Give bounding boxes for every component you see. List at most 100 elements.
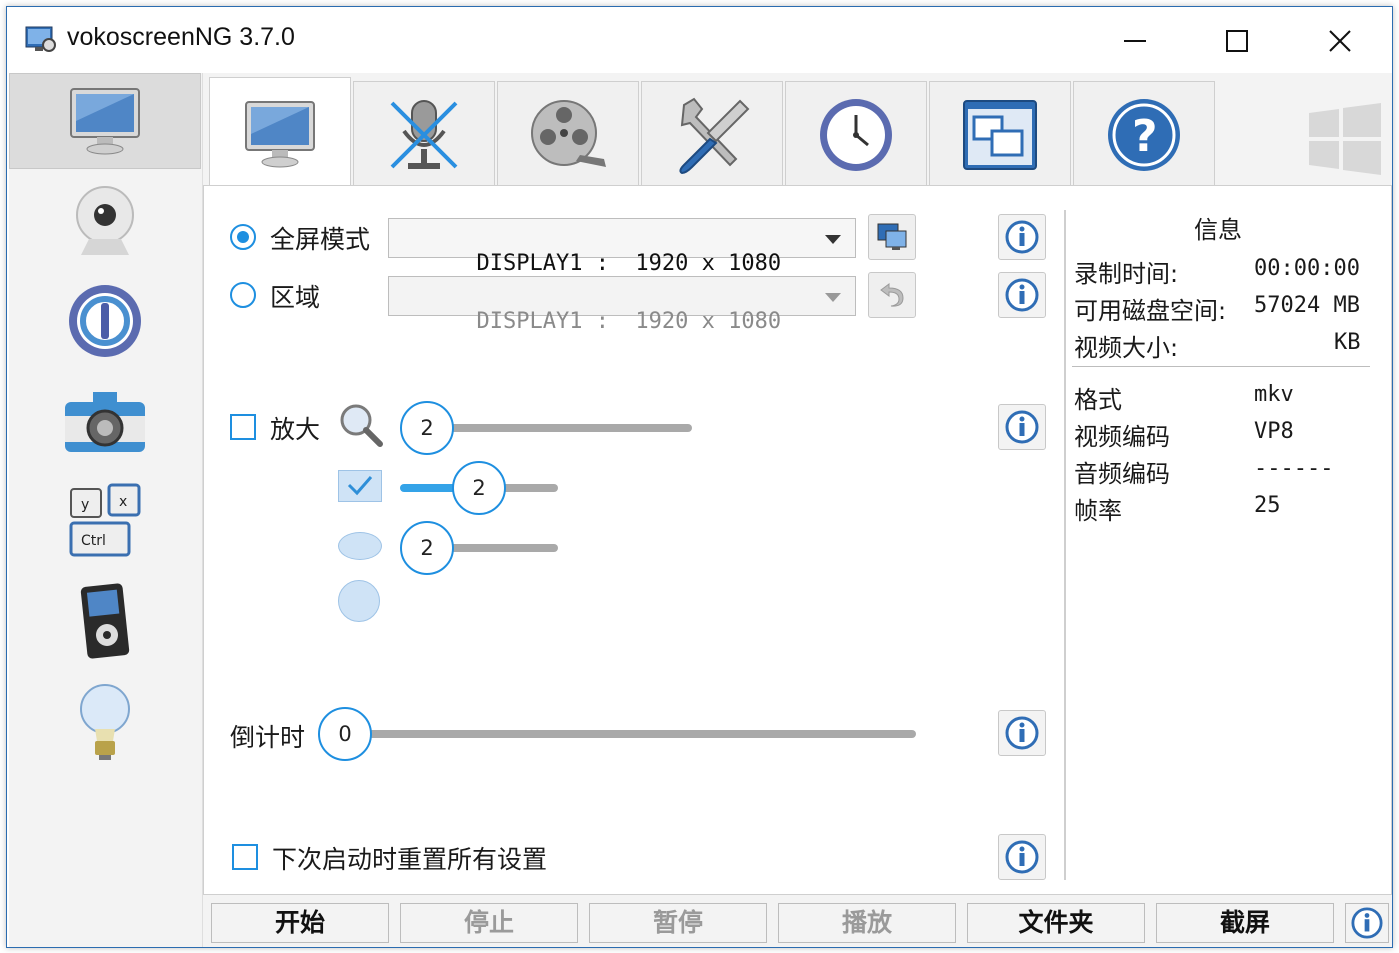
keyboard-shortcut-icon: y x Ctrl: [69, 483, 141, 557]
info-row-disk-space: 可用磁盘空间:: [1074, 297, 1227, 325]
start-button[interactable]: 开始: [211, 903, 389, 943]
tab-help[interactable]: ?: [1073, 81, 1215, 187]
close-button[interactable]: [1310, 19, 1370, 63]
info-row-video-size: 视频大小:: [1074, 334, 1179, 362]
area-info-button[interactable]: [998, 272, 1046, 318]
rectangle-shape-option[interactable]: [338, 470, 382, 502]
sidebar: y x Ctrl: [9, 73, 203, 947]
info-value-audio-codec: ------: [1254, 456, 1334, 481]
screenshot-button[interactable]: 截屏: [1156, 903, 1334, 943]
undo-icon: [880, 283, 904, 307]
screen-tab-panel: 全屏模式 DISPLAY1 : 1920 x 1080 区域 DISPLAY1 …: [203, 185, 1392, 895]
play-button[interactable]: 播放: [778, 903, 956, 943]
chevron-down-icon: [825, 293, 841, 302]
info-value-disk-space: 57024 MB: [1254, 293, 1360, 318]
sidebar-item-camera[interactable]: [9, 373, 201, 469]
panel-divider: [1064, 210, 1066, 880]
svg-text:y: y: [81, 497, 89, 513]
info-icon: [1005, 220, 1039, 254]
maximize-icon: [1226, 30, 1248, 52]
info-title: 信息: [1194, 216, 1242, 244]
bottom-info-button[interactable]: [1345, 903, 1389, 943]
clock-icon: [820, 98, 892, 171]
tab-video[interactable]: [497, 81, 639, 187]
fullscreen-display-value: DISPLAY1 : 1920 x 1080: [476, 251, 782, 276]
info-row-video-codec: 视频编码: [1074, 423, 1170, 451]
app-window: vokoscreenNG 3.7.0 y x Ctrl ? 全屏模式 DISPL…: [6, 6, 1393, 948]
microphone-muted-icon: [390, 99, 458, 169]
checkmark-icon: [347, 476, 373, 496]
info-row-framerate: 帧率: [1074, 497, 1122, 525]
magnifier-info-button[interactable]: [998, 404, 1046, 450]
sidebar-item-tips[interactable]: [9, 673, 201, 769]
stop-button[interactable]: 停止: [400, 903, 578, 943]
chevron-down-icon: [825, 235, 841, 244]
area-radio[interactable]: [230, 282, 256, 308]
info-icon: [1005, 410, 1039, 444]
magnifier-label: 放大: [270, 415, 321, 444]
tab-screen[interactable]: [209, 77, 351, 189]
info-icon: [1005, 840, 1039, 874]
info-row-record-time: 录制时间:: [1074, 260, 1179, 288]
area-display-select[interactable]: DISPLAY1 : 1920 x 1080: [388, 276, 856, 334]
info-value-video-codec: VP8: [1254, 419, 1294, 444]
magnifier-icon: [338, 402, 384, 452]
fullscreen-display-select[interactable]: DISPLAY1 : 1920 x 1080: [388, 218, 856, 276]
magnifier-width-handle[interactable]: 2: [452, 461, 506, 515]
info-row-format: 格式: [1074, 386, 1122, 414]
circle-shape-option[interactable]: [338, 580, 380, 622]
sidebar-item-player[interactable]: [9, 273, 201, 369]
info-icon: [1005, 716, 1039, 750]
tab-tools[interactable]: [641, 81, 783, 187]
bottom-toolbar: 开始 停止 暂停 播放 文件夹 截屏: [203, 895, 1392, 947]
fullscreen-radio[interactable]: [230, 224, 256, 250]
sidebar-item-shortcuts[interactable]: y x Ctrl: [9, 473, 201, 569]
os-windows-logo-icon: [1307, 103, 1383, 179]
reset-settings-label: 下次启动时重置所有设置: [272, 845, 548, 874]
fullscreen-info-button[interactable]: [998, 214, 1046, 260]
magnifier-level-track[interactable]: [422, 424, 692, 432]
area-reset-button[interactable]: [868, 272, 916, 318]
reset-info-button[interactable]: [998, 834, 1046, 880]
ellipse-shape-option[interactable]: [338, 532, 382, 560]
minimize-button[interactable]: [1105, 19, 1165, 63]
help-icon: ?: [1108, 98, 1180, 171]
tab-bar: ?: [203, 73, 1392, 189]
sidebar-item-screen[interactable]: [9, 73, 201, 169]
countdown-info-button[interactable]: [998, 710, 1046, 756]
windows-icon: [963, 99, 1037, 170]
reset-settings-checkbox[interactable]: [232, 844, 258, 870]
info-value-format: mkv: [1254, 382, 1294, 407]
area-label: 区域: [270, 283, 321, 312]
countdown-handle[interactable]: 0: [318, 707, 372, 761]
info-value-video-size: KB: [1334, 330, 1361, 355]
tab-timer[interactable]: [785, 81, 927, 187]
select-screen-button[interactable]: [868, 214, 916, 260]
folder-button[interactable]: 文件夹: [967, 903, 1145, 943]
info-icon: [1351, 907, 1383, 939]
sidebar-item-webcam[interactable]: [9, 173, 201, 269]
pause-button[interactable]: 暂停: [589, 903, 767, 943]
area-display-value: DISPLAY1 : 1920 x 1080: [476, 309, 782, 334]
countdown-track[interactable]: [364, 730, 916, 738]
svg-text:Ctrl: Ctrl: [81, 533, 106, 549]
monitor-icon: [245, 100, 315, 167]
info-row-audio-codec: 音频编码: [1074, 460, 1170, 488]
magnifier-level-handle[interactable]: 2: [400, 401, 454, 455]
maximize-button[interactable]: [1207, 19, 1267, 63]
media-player-icon: [80, 583, 130, 659]
tab-windows[interactable]: [929, 81, 1071, 187]
magnifier-checkbox[interactable]: [230, 414, 256, 440]
magnifier-height-handle[interactable]: 2: [400, 521, 454, 575]
webcam-icon: [76, 186, 134, 255]
fullscreen-label: 全屏模式: [270, 225, 371, 254]
info-separator: [1072, 366, 1370, 367]
tab-audio[interactable]: [353, 81, 495, 187]
info-value-record-time: 00:00:00: [1254, 256, 1360, 281]
tools-icon: [679, 97, 750, 174]
sidebar-item-mediaplayer[interactable]: [9, 573, 201, 669]
info-value-framerate: 25: [1254, 493, 1281, 518]
player-ring-icon: [69, 285, 141, 357]
window-title: vokoscreenNG 3.7.0: [67, 23, 295, 51]
title-bar: vokoscreenNG 3.7.0: [7, 7, 1392, 73]
